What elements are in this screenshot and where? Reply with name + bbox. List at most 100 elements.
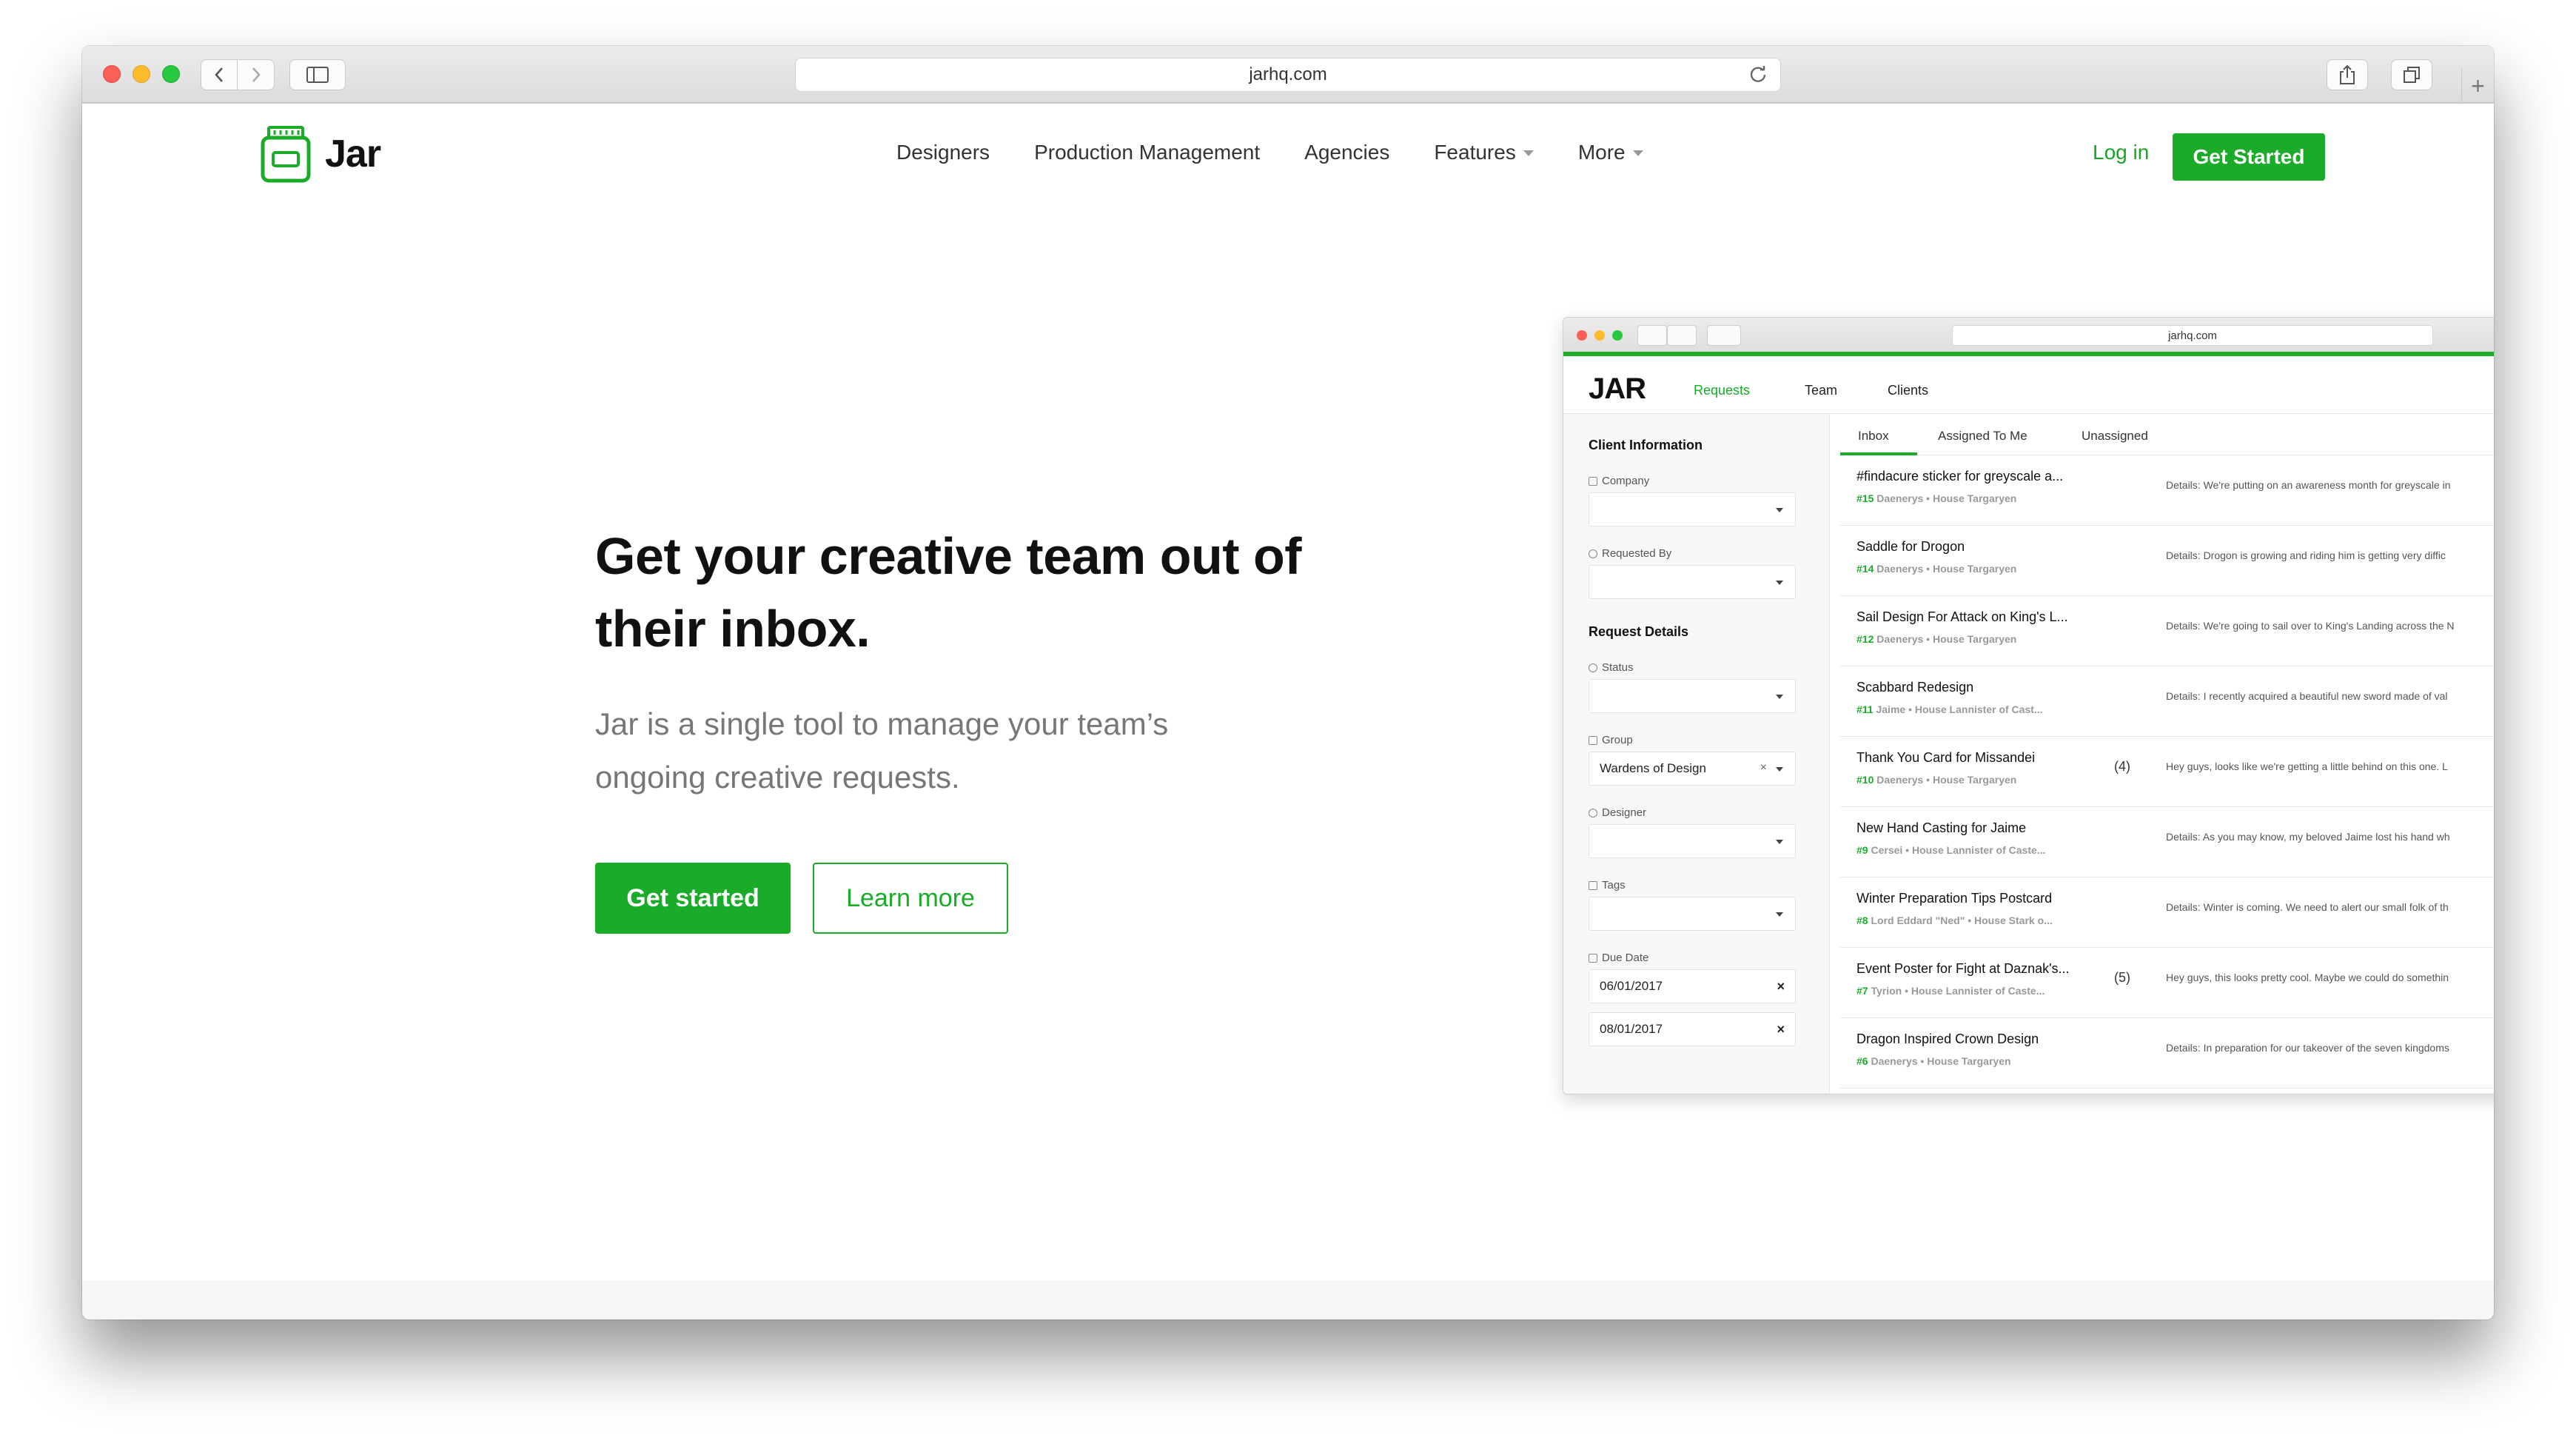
preview-request-house: House Lannister of Caste...	[1911, 985, 2045, 997]
preview-minimize-dot	[1594, 330, 1605, 341]
preview-group-value: Wardens of Design	[1600, 761, 1706, 775]
preview-nav-team: Team	[1805, 383, 1838, 398]
preview-request-meta: #11 Jaime • House Lannister of Cast...	[1856, 703, 2043, 715]
preview-request-person: Daenerys	[1876, 492, 1924, 504]
preview-nav-requests: Requests	[1694, 383, 1751, 398]
preview-zoom-dot	[1612, 330, 1623, 341]
preview-status-label-text: Status	[1602, 661, 1634, 674]
site-logo[interactable]: Jar	[260, 124, 381, 184]
page-footer-band	[82, 1281, 2494, 1320]
separator-dot-icon: •	[1923, 492, 1933, 504]
preview-request-meta: #9 Cersei • House Lannister of Caste...	[1856, 844, 2045, 856]
browser-window: jarhq.com + Jar Designers Production Man…	[82, 46, 2494, 1320]
preview-request-details: Hey guys, looks like we're getting a lit…	[2166, 760, 2448, 772]
separator-dot-icon: •	[1923, 774, 1933, 786]
close-icon: ×	[1777, 1022, 1785, 1037]
sidebar-toggle-button[interactable]	[289, 59, 346, 90]
preview-request-meta: #14 Daenerys • House Targaryen	[1856, 563, 2016, 575]
preview-request-details: Details: We're putting on an awareness m…	[2166, 479, 2451, 491]
hero-subtitle: Jar is a single tool to manage your team…	[595, 706, 1169, 795]
separator-dot-icon: •	[1923, 563, 1933, 575]
jar-logo-icon	[261, 126, 311, 183]
main-nav: Designers Production Management Agencies…	[896, 141, 1643, 164]
preview-request-title: Sail Design For Attack on King's L...	[1856, 609, 2068, 624]
preview-designer-select	[1589, 824, 1796, 858]
preview-tags-label-text: Tags	[1602, 879, 1626, 892]
person-icon	[1589, 808, 1597, 817]
preview-status-select	[1589, 679, 1796, 713]
nav-production-management[interactable]: Production Management	[1034, 141, 1260, 164]
preview-request-title: New Hand Casting for Jaime	[1856, 820, 2027, 835]
preview-tab-assigned: Assigned To Me	[1938, 429, 2027, 443]
preview-group-select: Wardens of Design ×	[1589, 752, 1796, 786]
hero-title: Get your creative team out of their inbo…	[595, 527, 1302, 658]
new-tab-button[interactable]: +	[2461, 68, 2494, 104]
preview-app-logo: JAR	[1589, 372, 1646, 405]
preview-request-number: #12	[1856, 633, 1874, 645]
preview-request-house: House Targaryen	[1932, 492, 2017, 504]
address-bar[interactable]: jarhq.com	[795, 58, 1781, 92]
preview-browser-toolbar: jarhq.com	[1563, 318, 2494, 356]
login-link[interactable]: Log in	[2093, 141, 2149, 164]
logo-text: Jar	[325, 133, 381, 175]
preview-filter-sidebar: Client Information Company Requested By …	[1563, 414, 1830, 1094]
nav-more[interactable]: More	[1578, 141, 1643, 164]
nav-agencies[interactable]: Agencies	[1304, 141, 1389, 164]
preview-request-number: #7	[1856, 985, 1868, 997]
minimize-window-button[interactable]	[133, 65, 150, 83]
separator-dot-icon: •	[1902, 844, 1912, 856]
preview-request-number: #11	[1856, 703, 1874, 715]
share-button[interactable]	[2327, 59, 2368, 90]
preview-due-start-field: 06/01/2017 ×	[1589, 969, 1796, 1003]
show-tabs-button[interactable]	[2391, 59, 2432, 90]
preview-request-title: Saddle for Drogon	[1856, 539, 1965, 554]
preview-request-row: Thank You Card for Missandei #10 Daenerys…	[1840, 737, 2494, 807]
preview-request-number: #14	[1856, 563, 1874, 575]
preview-request-section-title: Request Details	[1589, 624, 1689, 639]
forward-button[interactable]	[238, 59, 275, 90]
preview-request-meta: #15 Daenerys • House Targaryen	[1856, 492, 2016, 504]
get-started-header-button[interactable]: Get Started	[2173, 133, 2325, 181]
preview-back-icon	[1637, 325, 1667, 346]
preview-request-meta: #8 Lord Eddard "Ned" • House Stark o...	[1856, 914, 2053, 926]
plus-icon: +	[2471, 72, 2485, 99]
preview-request-person: Daenerys	[1876, 563, 1924, 575]
chevron-down-icon	[1776, 767, 1783, 772]
zoom-window-button[interactable]	[162, 65, 180, 83]
clear-icon: ×	[1760, 761, 1767, 774]
preview-status-label: Status	[1589, 661, 1634, 674]
preview-due-end-field: 08/01/2017 ×	[1589, 1012, 1796, 1046]
preview-request-house: House Lannister of Cast...	[1914, 703, 2043, 715]
preview-request-person: Jaime	[1876, 703, 1906, 715]
preview-request-number: #15	[1856, 492, 1874, 504]
close-icon: ×	[1777, 979, 1785, 994]
nav-designers[interactable]: Designers	[896, 141, 990, 164]
preview-requested-by-label: Requested By	[1589, 547, 1671, 560]
preview-request-title: Event Poster for Fight at Daznak's...	[1856, 961, 2070, 976]
close-window-button[interactable]	[103, 65, 121, 83]
preview-tab-inbox: Inbox	[1858, 429, 1889, 443]
preview-sidebar-icon	[1707, 325, 1741, 346]
get-started-button[interactable]: Get started	[595, 863, 791, 934]
preview-request-person: Daenerys	[1871, 1055, 1918, 1067]
preview-request-title: Scabbard Redesign	[1856, 680, 1974, 695]
chevron-down-icon	[1776, 508, 1783, 512]
preview-tab-unassigned: Unassigned	[2082, 429, 2148, 443]
nav-features[interactable]: Features	[1434, 141, 1534, 164]
preview-company-label: Company	[1589, 475, 1649, 487]
preview-request-row: Scabbard Redesign #11 Jaime • House Lanni…	[1840, 666, 2494, 737]
learn-more-button[interactable]: Learn more	[813, 863, 1008, 934]
back-button[interactable]	[201, 59, 238, 90]
nav-features-label: Features	[1434, 141, 1516, 164]
preview-designer-label-text: Designer	[1602, 806, 1647, 819]
preview-requested-by-label-text: Requested By	[1602, 547, 1672, 560]
preview-designer-label: Designer	[1589, 806, 1646, 819]
reload-icon[interactable]	[1748, 64, 1768, 85]
preview-due-start-value: 06/01/2017	[1600, 979, 1663, 993]
separator-dot-icon: •	[1965, 914, 1974, 926]
preview-request-details: Details: I recently acquired a beautiful…	[2166, 690, 2448, 702]
preview-request-row: #findacure sticker for greyscale a... #15…	[1840, 455, 2494, 526]
group-icon	[1589, 735, 1597, 745]
preview-request-row: Saddle for Drogon #14 Daenerys • House Ta…	[1840, 526, 2494, 596]
chevron-left-icon	[215, 67, 223, 82]
